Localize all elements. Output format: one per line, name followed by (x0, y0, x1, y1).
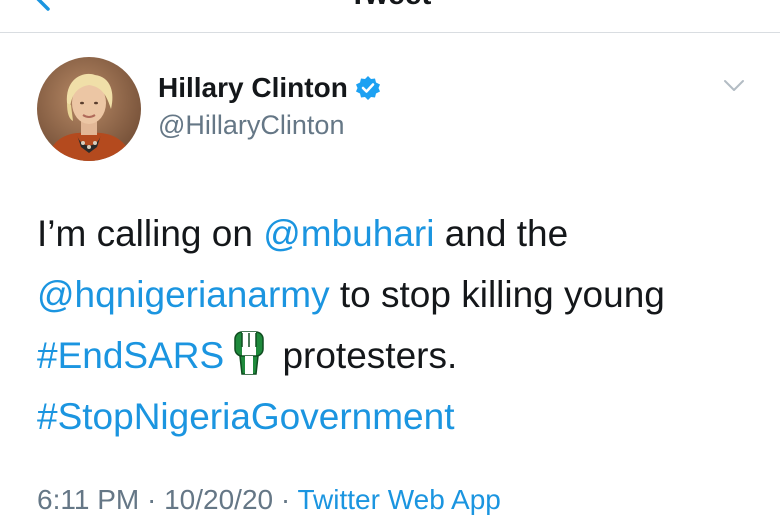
meta-separator: · (139, 484, 165, 515)
tweet-text-segment: and the (434, 213, 569, 254)
verified-badge-icon (355, 76, 380, 100)
tweet-line: #EndSARS protesters. (37, 325, 767, 386)
tweet-line: I’m calling on @mbuhari and the (37, 203, 767, 264)
chevron-down-icon[interactable] (722, 78, 746, 94)
mention-link[interactable]: @hqnigerianarmy (37, 274, 330, 315)
tweet-text-segment: I’m calling on (37, 213, 264, 254)
mention-link[interactable]: @mbuhari (263, 213, 434, 254)
tweet-source-link[interactable]: Twitter Web App (297, 484, 500, 515)
page-title: Tweet (0, 0, 780, 12)
tweet-line: @hqnigerianarmy to stop killing young (37, 264, 767, 325)
hashtag-link[interactable]: #StopNigeriaGovernment (37, 396, 455, 437)
author-name-row: Hillary Clinton (158, 70, 381, 106)
tweet-time: 6:11 PM (37, 484, 140, 515)
meta-separator: · (273, 484, 298, 515)
top-navigation-bar: Tweet (0, 0, 780, 33)
tweet-text: I’m calling on @mbuhari and the @hqniger… (37, 203, 767, 447)
author-handle[interactable]: @HillaryClinton (158, 110, 344, 141)
tweet-text-segment: to stop killing young (329, 274, 665, 315)
avatar-photo (37, 57, 141, 161)
tweet-metadata: 6:11 PM · 10/20/20 · Twitter Web App (37, 484, 501, 516)
tweet-text-segment: protesters. (272, 335, 458, 376)
hashtag-link[interactable]: #EndSARS (37, 335, 224, 376)
author-name[interactable]: Hillary Clinton (158, 72, 348, 104)
tweet-date: 10/20/20 (164, 484, 274, 515)
avatar[interactable] (37, 57, 141, 161)
tweet-line: #StopNigeriaGovernment (37, 386, 767, 447)
raised-fist-emoji-icon (234, 331, 264, 375)
